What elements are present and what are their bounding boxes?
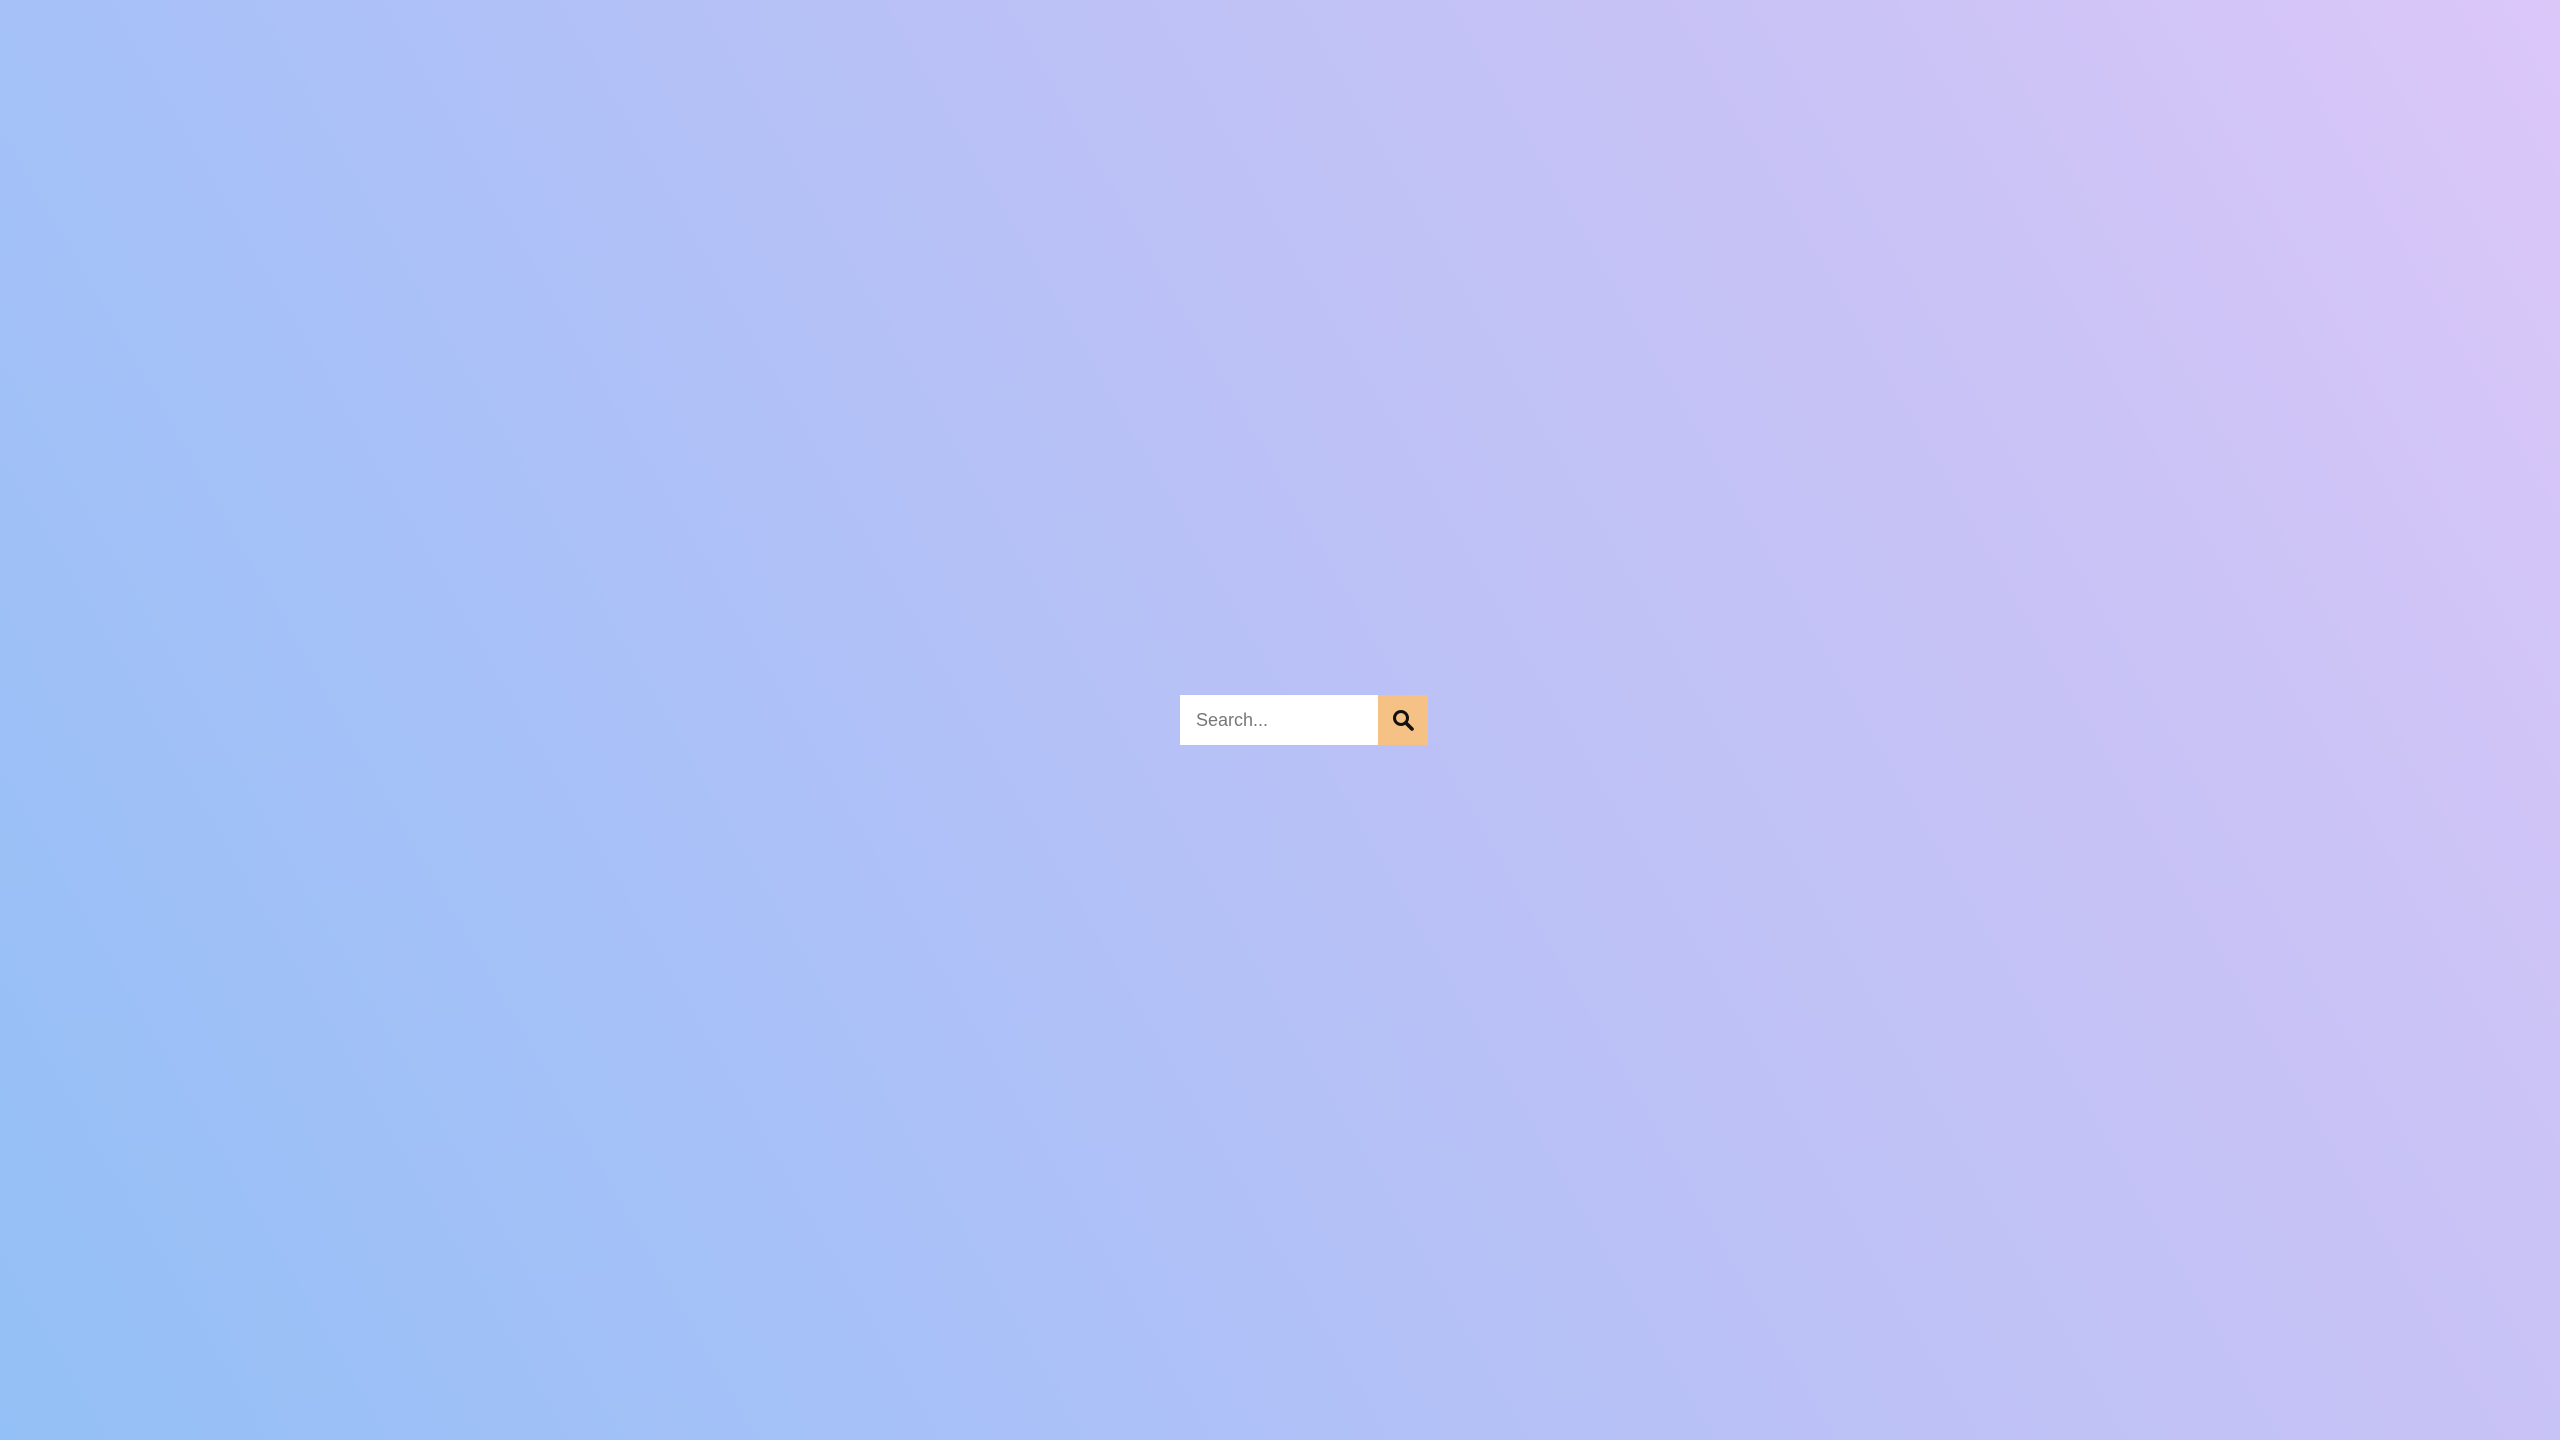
search-button[interactable] bbox=[1378, 695, 1428, 745]
search-input[interactable] bbox=[1180, 695, 1378, 745]
search-icon bbox=[1391, 708, 1415, 732]
search-bar bbox=[1180, 695, 1428, 745]
page-background: { "search": { "placeholder": "Search..."… bbox=[0, 0, 2560, 1440]
